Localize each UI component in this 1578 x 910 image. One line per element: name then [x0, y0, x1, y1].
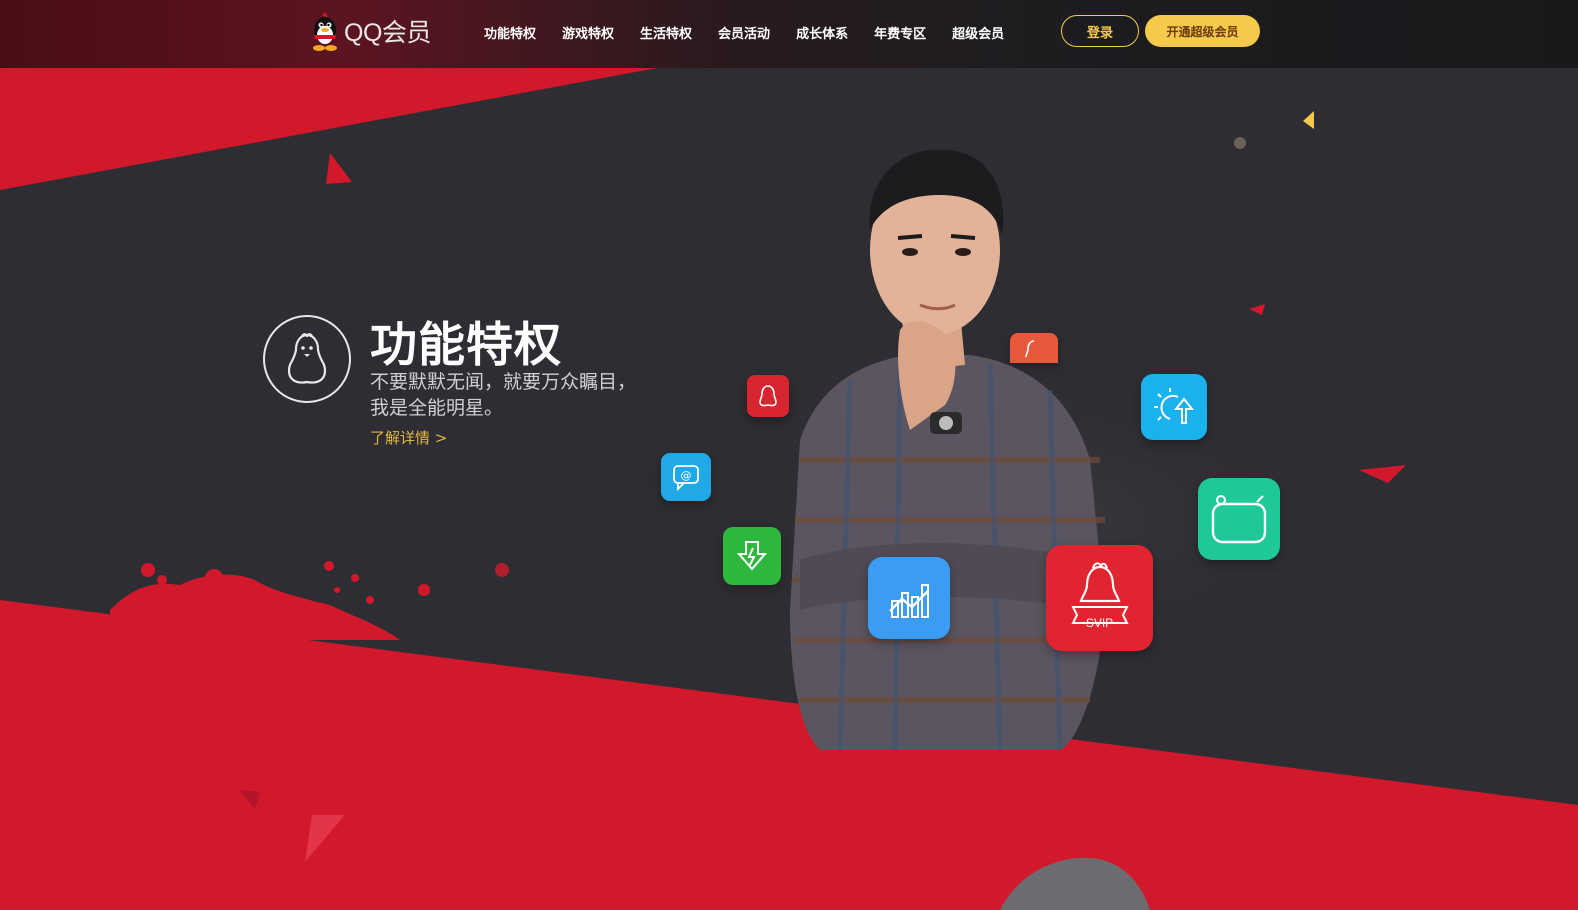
hero-title: 功能特权	[370, 318, 562, 373]
penguin-outline-icon	[263, 315, 351, 403]
qq-vip-logo[interactable]: QQ会员	[308, 8, 431, 54]
penguin-app-icon-small	[747, 375, 789, 417]
open-super-vip-button[interactable]: 开通超级会员	[1145, 15, 1260, 47]
page: QQ会员 功能特权 游戏特权 生活特权 会员活动 成长体系 年费专区 超级会员 …	[0, 0, 1578, 910]
qq-penguin-icon	[308, 10, 342, 52]
hero-description: 不要默默无闻，就要万众瞩目， 我是全能明星。	[370, 369, 690, 421]
nav-item-super-vip[interactable]: 超级会员	[952, 23, 1004, 42]
nav-item-life-privileges[interactable]: 生活特权	[640, 23, 692, 42]
hero-description-line: 我是全能明星。	[370, 397, 504, 419]
nav-item-growth-system[interactable]: 成长体系	[796, 23, 848, 42]
download-app-icon	[723, 527, 781, 585]
brand-name: QQ会员	[344, 19, 431, 47]
hero-description-line: 不要默默无闻，就要万众瞩目，	[370, 371, 637, 393]
chat-bubble-app-icon	[1198, 478, 1280, 560]
nav-item-member-events[interactable]: 会员活动	[718, 23, 770, 42]
nav-item-annual-fee-zone[interactable]: 年费专区	[874, 23, 926, 42]
learn-more-link[interactable]: 了解详情 >	[370, 427, 447, 448]
nav-item-feature-privileges[interactable]: 功能特权	[484, 23, 536, 42]
main-nav: 功能特权 游戏特权 生活特权 会员活动 成长体系 年费专区 超级会员	[470, 0, 1030, 64]
svg-text:@: @	[681, 469, 692, 482]
login-button[interactable]: 登录	[1061, 15, 1139, 47]
svip-label: SVIP	[1085, 616, 1114, 630]
top-navbar: QQ会员 功能特权 游戏特权 生活特权 会员活动 成长体系 年费专区 超级会员 …	[0, 0, 1578, 68]
sun-upload-app-icon	[1141, 374, 1207, 440]
nav-item-game-privileges[interactable]: 游戏特权	[562, 23, 614, 42]
spokesperson-photo	[760, 140, 1120, 750]
growth-chart-app-icon	[868, 557, 950, 639]
svip-app-icon: SVIP	[1046, 545, 1153, 651]
at-message-app-icon: @	[661, 453, 711, 501]
